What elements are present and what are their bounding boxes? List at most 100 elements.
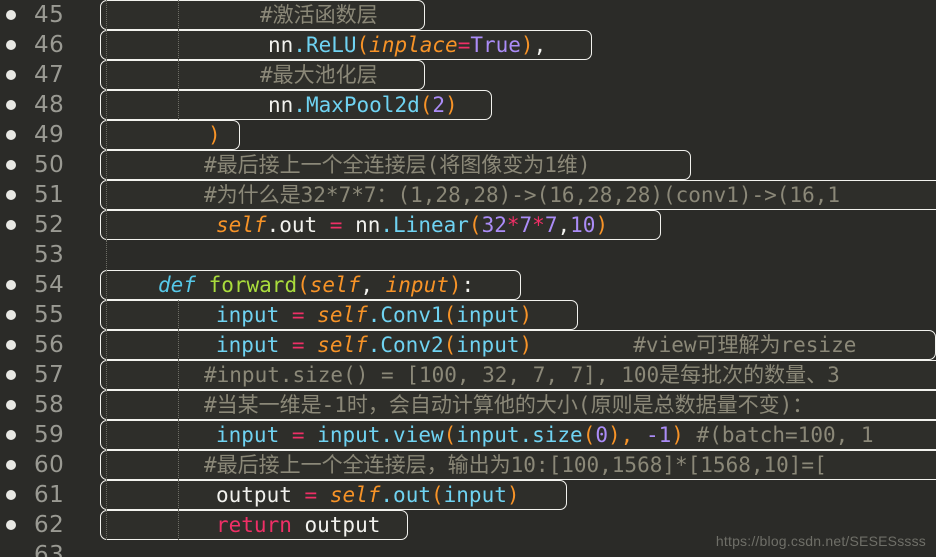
- code-line[interactable]: 54 def forward(self, input):: [0, 270, 936, 300]
- code-token: (: [297, 273, 310, 297]
- code-token: ): [595, 213, 609, 237]
- code-token: self: [216, 213, 267, 237]
- code-content[interactable]: def forward(self, input):: [100, 270, 936, 300]
- code-token: 32: [481, 213, 507, 237]
- indent-guide: [106, 270, 108, 300]
- indent-guide: [178, 30, 180, 60]
- code-line[interactable]: 59 input = input.view(input.size(0), -1) …: [0, 420, 936, 450]
- breakpoint-bullet-icon[interactable]: [6, 400, 16, 410]
- breakpoint-bullet-icon[interactable]: [6, 460, 16, 470]
- breakpoint-bullet-icon[interactable]: [6, 370, 16, 380]
- code-text: #最后接上一个全连接层(将图像变为1维): [204, 150, 591, 180]
- code-content[interactable]: #最后接上一个全连接层(将图像变为1维): [100, 150, 936, 180]
- code-text: input = self.Conv1(input): [216, 300, 532, 330]
- code-line[interactable]: 55 input = self.Conv1(input): [0, 300, 936, 330]
- code-editor[interactable]: 45 #激活函数层 46 nn.ReLU(inplace=True), 47 #最大池化层…: [0, 0, 936, 557]
- code-content[interactable]: #激活函数层: [100, 0, 936, 30]
- line-gutter: 54: [0, 270, 100, 300]
- code-token: *: [506, 213, 520, 237]
- line-gutter: 59: [0, 420, 100, 450]
- code-token: ,: [360, 273, 386, 297]
- code-token: .Conv2: [367, 333, 444, 357]
- breakpoint-bullet-icon[interactable]: [6, 520, 16, 530]
- code-content[interactable]: input = self.Conv2(input) #view可理解为resiz…: [100, 330, 936, 360]
- code-token: nn: [268, 93, 294, 117]
- breakpoint-bullet-icon[interactable]: [6, 490, 16, 500]
- code-line[interactable]: 47 #最大池化层: [0, 60, 936, 90]
- code-line[interactable]: 51 #为什么是32*7*7：(1,28,28)->(16,28,28)(conv…: [0, 180, 936, 210]
- breakpoint-bullet-icon[interactable]: [6, 280, 16, 290]
- code-line[interactable]: 49): [0, 120, 936, 150]
- code-token: output: [216, 483, 305, 507]
- code-content[interactable]: #input.size() = [100, 32, 7, 7], 100是每批次…: [100, 360, 936, 390]
- code-line[interactable]: 56 input = self.Conv2(input) #view可理解为res…: [0, 330, 936, 360]
- code-line[interactable]: 60 #最后接上一个全连接层，输出为10:[100,1568]*[1568,10]…: [0, 450, 936, 480]
- code-content[interactable]: #为什么是32*7*7：(1,28,28)->(16,28,28)(conv1)…: [100, 180, 936, 210]
- code-token: 2: [432, 93, 446, 117]
- code-content[interactable]: nn.ReLU(inplace=True),: [100, 30, 936, 60]
- code-token: True: [470, 33, 521, 57]
- code-token: #激活函数层: [260, 3, 378, 27]
- breakpoint-bullet-icon[interactable]: [6, 10, 16, 20]
- line-number: 48: [34, 92, 65, 118]
- code-content[interactable]: self.out = nn.Linear(32*7*7,10): [100, 210, 936, 240]
- code-line[interactable]: 61 output = self.out(input): [0, 480, 936, 510]
- code-token: ): [519, 333, 533, 357]
- code-line[interactable]: 52 self.out = nn.Linear(32*7*7,10): [0, 210, 936, 240]
- code-token: =: [291, 333, 305, 357]
- code-content[interactable]: nn.MaxPool2d(2): [100, 90, 936, 120]
- code-token: ): [445, 93, 458, 117]
- code-content[interactable]: #最后接上一个全连接层，输出为10:[100,1568]*[1568,10]=[: [100, 450, 936, 480]
- breakpoint-bullet-icon[interactable]: [6, 190, 16, 200]
- code-token: (: [443, 423, 457, 447]
- code-line[interactable]: 45 #激活函数层: [0, 0, 936, 30]
- code-line[interactable]: 57 #input.size() = [100, 32, 7, 7], 100是每…: [0, 360, 936, 390]
- breakpoint-bullet-icon[interactable]: [6, 310, 16, 320]
- code-line[interactable]: 50 #最后接上一个全连接层(将图像变为1维): [0, 150, 936, 180]
- code-content[interactable]: ): [100, 120, 936, 150]
- code-line[interactable]: 53: [0, 240, 936, 270]
- line-number: 49: [34, 122, 65, 148]
- line-gutter: 62: [0, 510, 100, 540]
- breakpoint-bullet-icon[interactable]: [6, 160, 16, 170]
- breakpoint-bullet-icon[interactable]: [6, 340, 16, 350]
- code-token: self: [317, 333, 368, 357]
- indent-guide: [178, 300, 180, 330]
- line-gutter: 55: [0, 300, 100, 330]
- line-number: 56: [34, 332, 65, 358]
- code-content[interactable]: #当某一维是-1时，会自动计算他的大小(原则是总数据量不变)：: [100, 390, 936, 420]
- code-line[interactable]: 48 nn.MaxPool2d(2): [0, 90, 936, 120]
- code-token: .size: [519, 423, 583, 447]
- code-token: nn: [342, 213, 381, 237]
- breakpoint-bullet-icon[interactable]: [6, 70, 16, 80]
- code-content[interactable]: input = input.view(input.size(0), -1) #(…: [100, 420, 936, 450]
- code-content[interactable]: output = self.out(input): [100, 480, 936, 510]
- breakpoint-bullet-icon[interactable]: [6, 130, 16, 140]
- code-token: (: [356, 33, 370, 57]
- code-line[interactable]: 58 #当某一维是-1时，会自动计算他的大小(原则是总数据量不变)：: [0, 390, 936, 420]
- breakpoint-bullet-icon[interactable]: [6, 430, 16, 440]
- line-number: 52: [34, 212, 65, 238]
- code-token: ): [519, 303, 533, 327]
- breakpoint-bullet-icon[interactable]: [6, 40, 16, 50]
- indent-guide: [178, 450, 180, 480]
- indent-guide: [106, 300, 108, 330]
- code-content[interactable]: #最大池化层: [100, 60, 936, 90]
- line-gutter: 60: [0, 450, 100, 480]
- indent-guide: [106, 390, 108, 420]
- code-content[interactable]: [100, 240, 936, 270]
- code-token: nn: [268, 33, 294, 57]
- code-token: self: [317, 303, 368, 327]
- code-content[interactable]: input = self.Conv1(input): [100, 300, 936, 330]
- code-line[interactable]: 46 nn.ReLU(inplace=True),: [0, 30, 936, 60]
- code-token: input: [216, 303, 292, 327]
- breakpoint-bullet-icon[interactable]: [6, 100, 16, 110]
- indent-guide: [106, 450, 108, 480]
- breakpoint-bullet-icon[interactable]: [6, 220, 16, 230]
- indent-guide: [178, 330, 180, 360]
- code-token: 0: [595, 423, 609, 447]
- line-gutter: 49: [0, 120, 100, 150]
- code-text: nn.ReLU(inplace=True),: [268, 30, 546, 60]
